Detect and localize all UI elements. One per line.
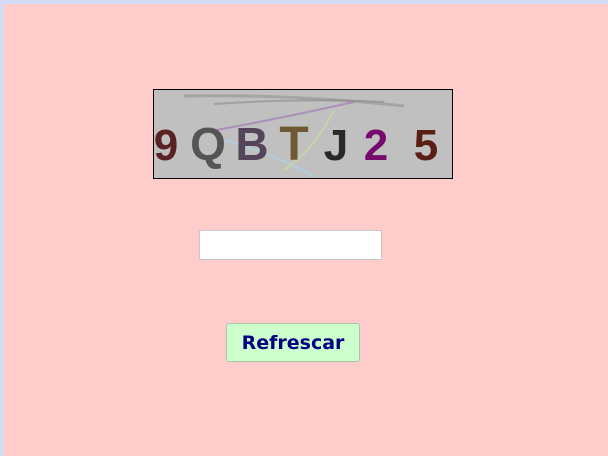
- captcha-char: 5: [414, 121, 438, 170]
- captcha-graphic: 9QBTJ25: [154, 94, 438, 177]
- captcha-char: 2: [364, 121, 388, 170]
- captcha-char: J: [324, 121, 348, 170]
- captcha-char: T: [279, 118, 308, 171]
- captcha-answer-input[interactable]: [199, 230, 382, 260]
- captcha-text: 9QBTJ25: [154, 118, 438, 171]
- page-content: 9QBTJ25 Refrescar: [4, 4, 608, 456]
- refresh-button[interactable]: Refrescar: [226, 323, 360, 362]
- captcha-image: 9QBTJ25: [153, 89, 453, 179]
- captcha-char: Q: [190, 118, 226, 170]
- captcha-char: 9: [154, 121, 178, 170]
- captcha-char: B: [235, 118, 268, 170]
